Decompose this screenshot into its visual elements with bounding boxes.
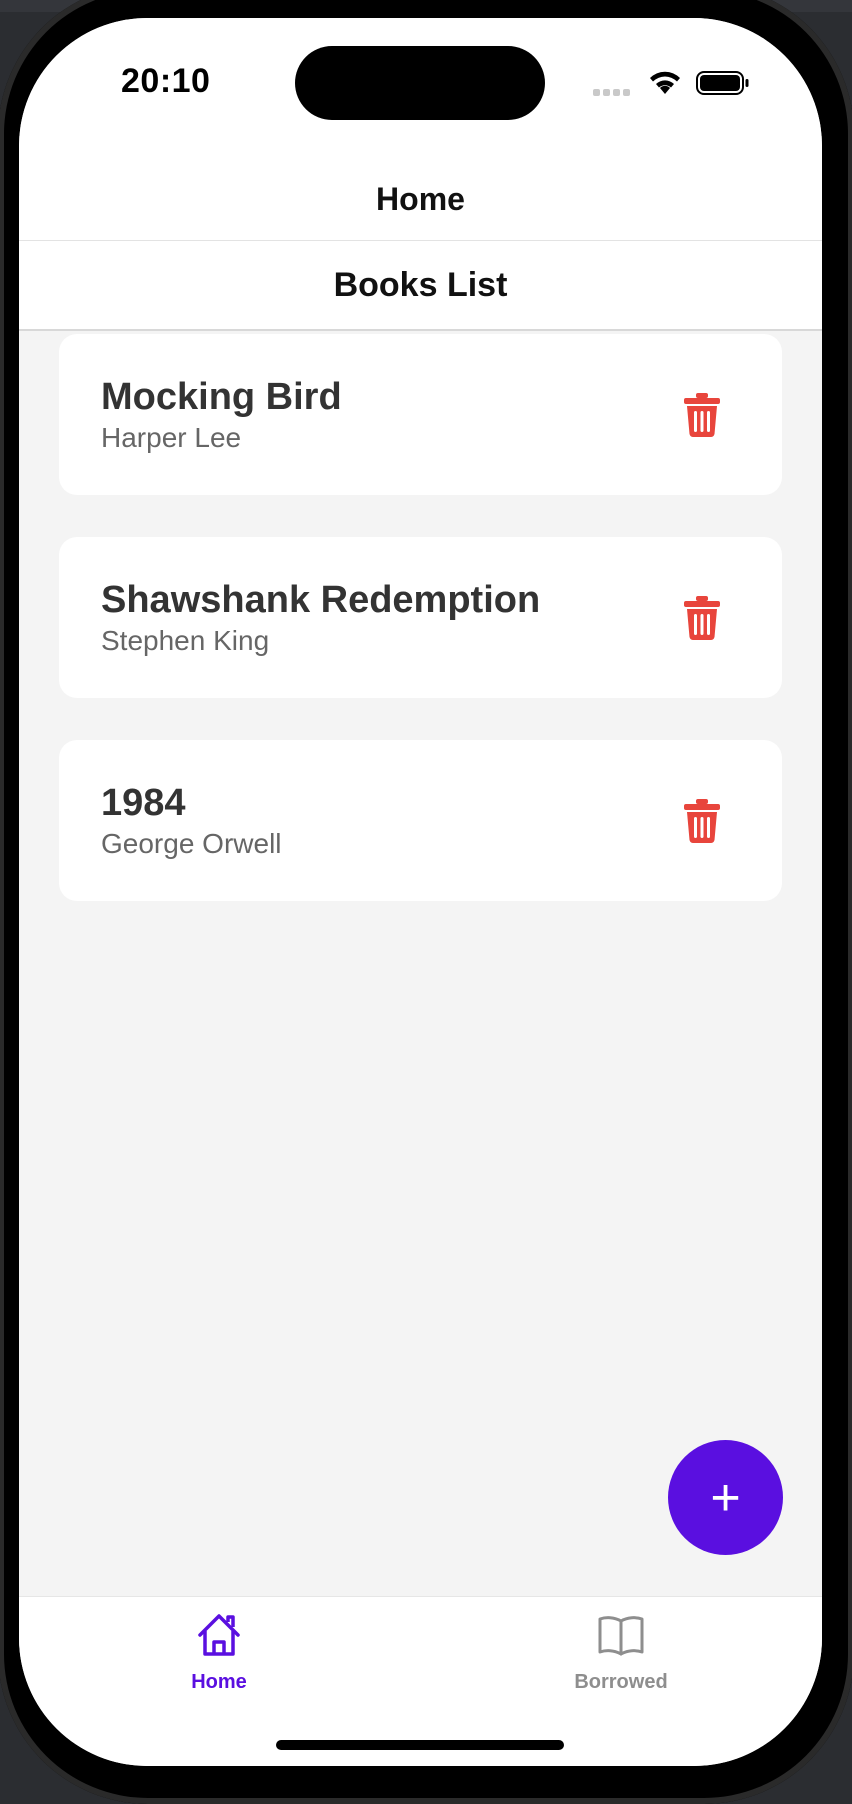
book-open-icon (598, 1616, 644, 1656)
battery-icon (696, 71, 749, 95)
add-book-button[interactable]: + (668, 1440, 783, 1555)
book-title: Shawshank Redemption (101, 579, 541, 621)
tab-home-label: Home (191, 1671, 247, 1693)
book-card[interactable]: 1984 George Orwell (59, 740, 782, 901)
phone-screen: 20:10 Home Books List Mocking Bird Harpe… (19, 18, 822, 1766)
book-card[interactable]: Mocking Bird Harper Lee (59, 334, 782, 495)
tab-borrowed-label: Borrowed (574, 1671, 668, 1693)
book-author: George Orwell (101, 828, 282, 859)
page-title: Home (19, 158, 822, 241)
book-author: Stephen King (101, 625, 270, 656)
plus-icon: + (710, 1468, 741, 1527)
book-author: Harper Lee (101, 422, 242, 453)
book-card[interactable]: Shawshank Redemption Stephen King (59, 537, 782, 698)
status-time: 20:10 (121, 62, 211, 100)
trash-icon[interactable] (682, 798, 722, 844)
trash-icon[interactable] (682, 392, 722, 438)
cellular-signal-icon (593, 84, 633, 96)
home-indicator[interactable] (276, 1740, 564, 1750)
dynamic-island (295, 46, 545, 120)
tab-home[interactable]: Home (119, 1597, 319, 1707)
book-title: Mocking Bird (101, 376, 342, 418)
books-list-title: Books List (19, 241, 822, 331)
wifi-icon (650, 71, 680, 94)
tab-borrowed[interactable]: Borrowed (521, 1597, 721, 1707)
trash-icon[interactable] (682, 595, 722, 641)
book-title: 1984 (101, 782, 186, 824)
home-icon (198, 1614, 240, 1656)
books-list: Mocking Bird Harper Lee Shawshank Redemp… (59, 334, 782, 943)
status-bar: 20:10 (19, 18, 822, 158)
